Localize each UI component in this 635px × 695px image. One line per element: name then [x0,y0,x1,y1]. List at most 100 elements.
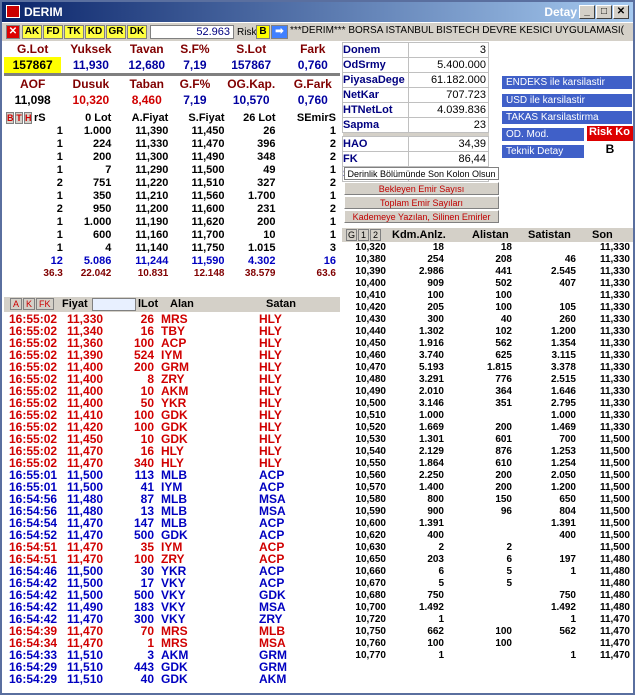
analysis-row[interactable]: 10,720 1 1 11,470 [346,614,632,626]
analysis-row[interactable]: 10,410 100 100 11,330 [346,290,632,302]
depth-row[interactable]: 1 4 11,140 11,750 1.015 3 [32,241,338,254]
analysis-cell [446,614,514,626]
analysis-cell [514,638,578,650]
analysis-row[interactable]: 10,390 2.986 441 2.545 11,330 [346,266,632,278]
trade-tab-fk[interactable]: FK [36,298,54,310]
analysis-row[interactable]: 10,430 300 40 260 11,330 [346,314,632,326]
depth-cell: 1 [329,124,336,137]
depth-menu-item-1[interactable]: Bekleyen Emir Sayısı [344,182,499,195]
analysis-row[interactable]: 10,540 2.129 876 1.253 11,500 [346,446,632,458]
analysis-tab-2[interactable]: 2 [370,229,381,241]
analysis-cell: 11,330 [599,362,630,373]
analysis-row[interactable]: 10,550 1.864 610 1.254 11,500 [346,458,632,470]
analysis-row[interactable]: 10,510 1.000 1.000 11,330 [346,410,632,422]
analysis-row[interactable]: 10,570 1.400 200 1.200 11,500 [346,482,632,494]
depth-cell: 2 [329,176,336,189]
analysis-row[interactable]: 10,500 3.146 351 2.795 11,330 [346,398,632,410]
analysis-row[interactable]: 10,450 1.916 562 1.354 11,330 [346,338,632,350]
analysis-row[interactable]: 10,380 254 208 46 11,330 [346,254,632,266]
right-button-3[interactable]: OD. Mod. [501,127,585,142]
analysis-row[interactable]: 10,560 2.250 200 2.050 11,500 [346,470,632,482]
depth-row[interactable]: 1 224 11,330 11,470 396 2 [32,137,338,150]
right-button-0[interactable]: ENDEKS ile karsilastir [501,75,633,90]
analysis-row[interactable]: 10,700 1.492 1.492 11,480 [346,602,632,614]
analysis-row[interactable]: 10,600 1.391 1.391 11,500 [346,518,632,530]
depth-cell: 2 [329,150,336,163]
analysis-row[interactable]: 10,460 3.740 625 3.115 11,330 [346,350,632,362]
maximize-icon[interactable]: □ [596,5,612,19]
analysis-row[interactable]: 10,530 1.301 601 700 11,500 [346,434,632,446]
analysis-row[interactable]: 10,480 3.291 776 2.515 11,330 [346,374,632,386]
depth-row[interactable]: 1 200 11,300 11,490 348 2 [32,150,338,163]
close-small-icon[interactable]: ✕ [6,25,20,39]
analysis-row[interactable]: 10,470 5.193 1.815 3.378 11,330 [346,362,632,374]
depth-cell: 11,140 [135,241,169,254]
analysis-cell: 254 [427,254,444,265]
analysis-row[interactable]: 10,520 1.669 200 1.469 11,330 [346,422,632,434]
analysis-cell: 10,390 [355,266,386,277]
depth-row[interactable]: 1 1.000 11,390 11,450 26 1 [32,124,338,137]
price-filter-input[interactable] [92,298,136,311]
arrow-icon[interactable]: ➡ [271,25,288,39]
analysis-row[interactable]: 10,440 1.302 102 1.200 11,330 [346,326,632,338]
depth-menu-item-3[interactable]: Kademeye Yazılan, Silinen Emirler [344,210,499,223]
analysis-row[interactable]: 10,580 800 150 650 11,500 [346,494,632,506]
analysis-row[interactable]: 10,320 18 18 11,330 [346,242,632,254]
analysis-row[interactable]: 10,760 100 100 11,470 [346,638,632,650]
depth-row[interactable]: 1 7 11,290 11,500 49 1 [32,163,338,176]
depth-tab-h[interactable]: H [24,112,32,124]
toolbar-button-dk[interactable]: DK [127,25,147,39]
analysis-row[interactable]: 10,670 5 5 11,480 [346,578,632,590]
depth-tab-t[interactable]: T [15,112,23,124]
analysis-row[interactable]: 10,660 6 5 1 11,480 [346,566,632,578]
analysis-cell: 1.469 [550,422,576,433]
analysis-cell [514,578,578,590]
title-bar[interactable]: DERIM Detay _ □ ✕ [2,2,633,22]
info-table: Donem 3 OdSrmy 5.400.000 PiyasaDege 61.182.00… [342,42,489,182]
analysis-row[interactable]: 10,620 400 400 11,500 [346,530,632,542]
toolbar-button-fd[interactable]: FD [43,25,63,39]
toolbar-button-gr[interactable]: GR [106,25,126,39]
info-label: FK [342,151,409,167]
depth-cell: 600 [92,228,112,241]
analysis-row[interactable]: 10,420 205 100 105 11,330 [346,302,632,314]
depth-last-column-option[interactable]: Derinlik Bölümünde Son Kolon Olsun [344,167,499,180]
minimize-icon[interactable]: _ [579,5,595,19]
summary-value: 10,320 [61,92,121,108]
analysis-row[interactable]: 10,590 900 96 804 11,500 [346,506,632,518]
depth-panel: BTH rS 0 Lot A.Fiyat S.Fiyat 26 Lot SEmirS 1 1.… [4,110,340,296]
analysis-row[interactable]: 10,400 909 502 407 11,330 [346,278,632,290]
depth-tab-b[interactable]: B [6,112,14,124]
right-button-1[interactable]: USD ile karsilastir [501,93,633,108]
right-button-2[interactable]: TAKAS Karsilastirma [501,110,633,125]
trade-tab-a[interactable]: A [10,298,23,310]
depth-cell: 751 [92,176,112,189]
analysis-cell: 11,500 [599,434,630,445]
analysis-cell: 100 [495,626,512,637]
trade-row[interactable]: 16:54:29 11,510 40 GDK AKM [8,673,308,685]
analysis-tab-1[interactable]: 1 [358,229,369,241]
analysis-cell: 11,330 [599,398,630,409]
toolbar-button-ak[interactable]: AK [22,25,42,39]
depth-row[interactable]: 1 1.000 11,190 11,620 200 1 [32,215,338,228]
analysis-row[interactable]: 10,770 1 1 11,470 [346,650,632,662]
analysis-row[interactable]: 10,650 203 6 197 11,480 [346,554,632,566]
depth-menu-item-2[interactable]: Toplam Emir Sayıları [344,196,499,209]
depth-row[interactable]: 1 350 11,210 11,560 1.700 1 [32,189,338,202]
close-icon[interactable]: ✕ [613,5,629,19]
trade-buyer: GDK [161,672,188,686]
depth-cell: 1 [329,163,336,176]
depth-row[interactable]: 1 600 11,160 11,700 10 1 [32,228,338,241]
toolbar-button-tk[interactable]: TK [64,25,84,39]
analysis-row[interactable]: 10,750 662 100 562 11,470 [346,626,632,638]
depth-row[interactable]: 2 950 11,200 11,600 231 2 [32,202,338,215]
analysis-row[interactable]: 10,630 2 2 11,500 [346,542,632,554]
trade-tab-k[interactable]: K [23,298,36,310]
depth-row[interactable]: 2 751 11,220 11,510 327 2 [32,176,338,189]
right-button-4[interactable]: Teknik Detay [501,144,585,159]
toolbar-button-kd[interactable]: KD [85,25,105,39]
analysis-cell: 10,440 [355,326,386,337]
analysis-row[interactable]: 10,680 750 750 11,480 [346,590,632,602]
analysis-tab-G[interactable]: G [346,229,357,241]
analysis-row[interactable]: 10,490 2.010 364 1.646 11,330 [346,386,632,398]
